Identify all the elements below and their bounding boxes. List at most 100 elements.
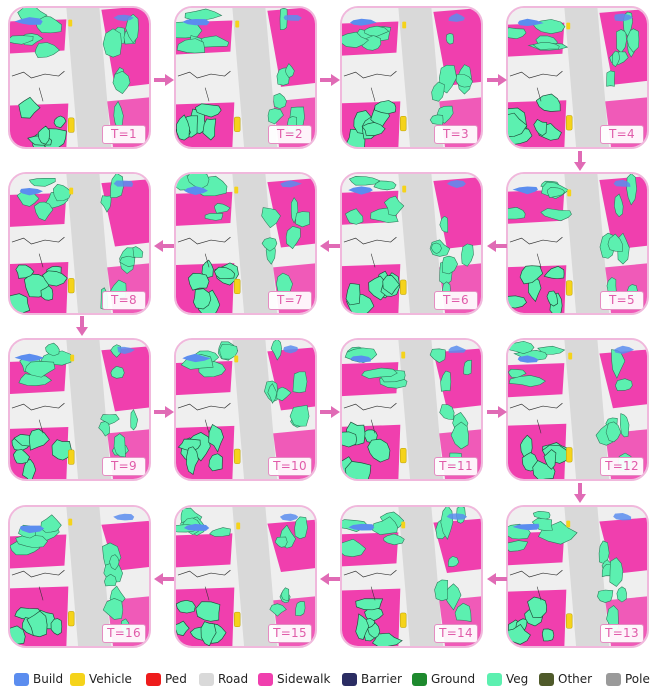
frame-panel: T=2 [174,6,317,149]
legend-item: Road [199,670,248,688]
vehicle-marker [402,21,407,29]
arrow-left-icon [154,570,174,585]
vehicle-marker [234,611,241,627]
vegetation-blob [295,211,310,228]
arrow-left-icon [320,570,340,585]
vehicle-marker [566,115,573,131]
vegetation-blob [614,378,633,391]
vehicle-marker [68,278,75,294]
frame-panel: T=10 [174,338,317,481]
vehicle-marker [68,449,75,465]
vegetation-blob [295,601,306,617]
legend-swatch [539,672,554,686]
legend-label: Sidewalk [277,672,331,686]
vehicle-marker [234,186,239,194]
vehicle-marker [68,117,75,133]
frame-panel: T=15 [174,505,317,648]
legend-label: Pole [625,672,650,686]
vegetation-blob [292,371,308,393]
frame-panel: T=16 [8,505,151,648]
legend-item: Other [539,670,592,688]
arrow-left-icon [320,237,340,252]
legend: Build Vehicle Ped Road Sidewalk Barrier Ground… [0,665,660,693]
vehicle-marker [234,278,241,294]
legend-item: Sidewalk [258,670,330,688]
arrow-right-icon [320,403,340,418]
vehicle-marker [401,351,406,359]
timestep-label: T=5 [600,291,644,310]
frame-panel: T=9 [8,338,151,481]
vegetation-blob [541,628,555,642]
timestep-label: T=7 [268,291,312,310]
frame-panel: T=5 [506,172,649,315]
vegetation-blob [344,461,372,479]
timestep-label: T=16 [102,624,146,643]
frame-panel: T=11 [340,338,483,481]
frame-panel: T=8 [8,172,151,315]
vehicle-marker [566,520,571,528]
arrow-down-icon [574,483,586,503]
legend-swatch [199,672,214,686]
legend-label: Road [218,672,249,686]
timestep-label: T=8 [102,291,146,310]
legend-swatch [146,672,161,686]
vegetation-blob [463,359,472,376]
vegetation-blob [187,272,210,291]
frame-panel: T=6 [340,172,483,315]
vegetation-blob [606,70,616,87]
vehicle-marker [68,518,73,526]
frame-panel: T=1 [8,6,151,149]
legend-label: Other [558,672,593,686]
vehicle-marker [566,22,571,30]
legend-label: Ped [165,672,187,686]
legend-label: Build [33,672,64,686]
legend-swatch [412,672,427,686]
arrow-right-icon [320,71,340,86]
timestep-label: T=10 [268,457,312,476]
vehicle-marker [400,612,407,628]
legend-item: Vehicle [70,670,132,688]
sidewalk-region [176,533,233,568]
legend-swatch [487,672,502,686]
arrow-left-icon [487,570,507,585]
vehicle-marker [68,19,73,27]
vehicle-marker [401,521,406,529]
vehicle-marker [402,185,407,193]
vehicle-marker [235,20,240,28]
building-patch [113,180,134,187]
timestep-label: T=6 [434,291,478,310]
vehicle-marker [566,447,573,463]
legend-label: Veg [506,672,529,686]
vehicle-marker [567,189,572,197]
vegetation-blob [342,431,358,448]
legend-label: Ground [431,672,476,686]
vehicle-marker [566,280,573,296]
vehicle-marker [400,448,407,464]
legend-swatch [342,672,357,686]
arrow-down-icon [574,151,586,171]
legend-label: Vehicle [89,672,132,686]
timeline-figure: T=1 T=2 T=3 T=4 T=5 T=6 T=7 T=8 T=9 T=10 T=11 T=12 T… [0,0,660,700]
legend-label: Barrier [361,672,402,686]
vegetation-blob [445,33,454,45]
legend-swatch [14,672,29,686]
timestep-label: T=2 [268,125,312,144]
vehicle-marker [68,611,75,627]
frame-panel: T=12 [506,338,649,481]
timestep-label: T=14 [434,624,478,643]
vehicle-marker [70,354,75,362]
timestep-label: T=3 [434,125,478,144]
timestep-label: T=1 [102,125,146,144]
legend-item: Ground [412,670,475,688]
legend-swatch [258,672,273,686]
legend-swatch [606,672,621,686]
timestep-label: T=11 [434,457,478,476]
arrow-left-icon [487,237,507,252]
vehicle-marker [69,187,74,195]
arrow-right-icon [487,403,507,418]
frame-panel: T=7 [174,172,317,315]
vehicle-marker [566,613,573,629]
frame-panel: T=3 [340,6,483,149]
arrow-right-icon [487,71,507,86]
arrow-left-icon [154,237,174,252]
